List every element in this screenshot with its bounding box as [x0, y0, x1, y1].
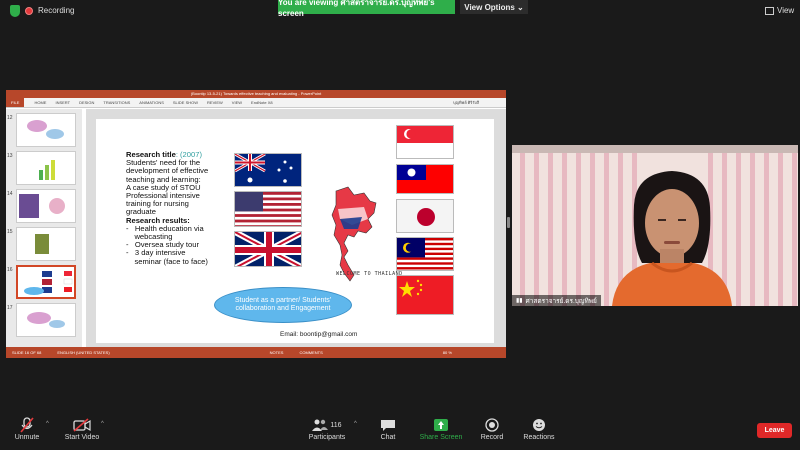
ribbon-tab-insert[interactable]: INSERT — [55, 100, 70, 105]
ribbon-tab-design[interactable]: DESIGN — [79, 100, 94, 105]
ppt-user-name: บุญทิพย์ ศิริรังสี — [453, 100, 479, 105]
participant-video-tile[interactable]: ▮▮ ศาสตราจารย์.ดร.บุญทิพย์ — [512, 145, 798, 306]
reactions-button[interactable]: Reactions — [522, 416, 556, 441]
signal-bars-icon: ▮▮ — [516, 298, 523, 304]
thumb-number: 14 — [7, 191, 13, 197]
share-screen-label: Share Screen — [419, 434, 463, 441]
ribbon-tab-review[interactable]: REVIEW — [207, 100, 223, 105]
participants-options-caret[interactable]: ^ — [354, 421, 357, 427]
chat-icon — [374, 416, 402, 434]
participants-button[interactable]: 116 Participants — [306, 416, 348, 441]
splitter-handle[interactable] — [507, 217, 510, 228]
mic-muted-icon — [12, 416, 42, 434]
current-slide[interactable]: Research title: (2007) Students' need fo… — [96, 119, 494, 343]
view-options-label: View Options — [464, 2, 515, 12]
record-icon — [478, 416, 506, 434]
slide-editing-area: Research title: (2007) Students' need fo… — [86, 109, 506, 347]
chat-label: Chat — [380, 434, 396, 441]
japan-flag — [396, 199, 454, 233]
share-screen-button[interactable]: Share Screen — [418, 416, 464, 441]
smiley-icon — [522, 416, 556, 434]
thumb-number: 15 — [7, 229, 13, 235]
slide-thumbnail[interactable] — [16, 189, 76, 223]
slide-thumbnail[interactable] — [16, 151, 76, 185]
powerpoint-ribbon: FILE HOME INSERT DESIGN TRANSITIONS ANIM… — [6, 98, 506, 108]
slide-email: Email: boontip@gmail.com — [280, 331, 358, 338]
slide-count: SLIDE 16 OF 68 — [12, 350, 42, 355]
thumb-number: 13 — [7, 153, 13, 159]
powerpoint-title-bar: (Boontip 13-5-21) Towards effective teac… — [6, 90, 506, 98]
slide-thumbnail[interactable] — [16, 227, 76, 261]
language-status: ENGLISH (UNITED STATES) — [57, 350, 110, 355]
participants-icon-wrap: 116 — [306, 416, 348, 434]
audio-options-caret[interactable]: ^ — [46, 421, 49, 427]
record-label: Record — [480, 434, 504, 441]
video-off-icon — [62, 416, 102, 434]
thailand-map-image — [314, 185, 394, 285]
slide-thumbnails-pane[interactable]: 12 13 14 15 16 17 — [6, 109, 82, 347]
ribbon-tab-file[interactable]: FILE — [6, 98, 25, 107]
reactions-label: Reactions — [523, 434, 555, 441]
shared-screen[interactable]: (Boontip 13-5-21) Towards effective teac… — [6, 90, 506, 358]
participant-count: 116 — [330, 421, 342, 429]
record-button[interactable]: Record — [478, 416, 506, 441]
uk-flag — [234, 231, 302, 267]
meeting-toolbar: Unmute ^ Start Video ^ 116 Participants … — [0, 412, 800, 450]
thumb-number: 17 — [7, 305, 13, 311]
australia-flag — [234, 153, 302, 187]
ellipse-text: Student as a partner/ Students' collabor… — [234, 297, 332, 312]
ribbon-tab-slideshow[interactable]: SLIDE SHOW — [173, 100, 198, 105]
singapore-flag — [396, 125, 454, 159]
participants-label: Participants — [308, 434, 346, 441]
thumb-number: 16 — [7, 267, 13, 273]
slide-text-block: Research title: (2007) Students' need fo… — [126, 150, 246, 266]
recording-label: Recording — [38, 6, 75, 15]
thumb-number: 12 — [7, 115, 13, 121]
start-video-button[interactable]: Start Video — [62, 416, 102, 441]
china-flag — [396, 275, 454, 315]
participant-name-tag: ▮▮ ศาสตราจารย์.ดร.บุญทิพย์ — [512, 295, 601, 306]
leave-button[interactable]: Leave — [757, 423, 792, 438]
view-options-button[interactable]: View Options ⌄ — [460, 0, 528, 14]
recording-dot-icon — [25, 6, 33, 15]
taiwan-flag — [396, 164, 454, 194]
ribbon-tab-animations[interactable]: ANIMATIONS — [139, 100, 164, 105]
security-shield-icon[interactable] — [10, 5, 20, 17]
ribbon-tab-view[interactable]: VIEW — [232, 100, 242, 105]
video-options-caret[interactable]: ^ — [101, 421, 104, 427]
map-caption: WELCOME TO THAILAND — [336, 271, 403, 277]
top-bar: Recording You are viewing ศาสตราจารย์.ดร… — [0, 0, 800, 24]
viewing-banner: You are viewing ศาสตราจารย์.ดร.บุญทิพย์'… — [278, 0, 455, 18]
participant-name: ศาสตราจารย์.ดร.บุญทิพย์ — [525, 297, 597, 305]
view-label: View — [777, 6, 795, 15]
chevron-down-icon: ⌄ — [517, 2, 524, 12]
comments-button[interactable]: COMMENTS — [299, 350, 322, 355]
participant-video-feed — [512, 145, 798, 306]
result-line: seminar (face to face) — [126, 256, 208, 266]
slide-thumbnail-active[interactable] — [16, 265, 76, 299]
malaysia-flag — [396, 237, 454, 271]
zoom-level[interactable]: 80 % — [443, 350, 452, 355]
ribbon-tab-transitions[interactable]: TRANSITIONS — [103, 100, 130, 105]
slide-thumbnail[interactable] — [16, 303, 76, 337]
share-screen-icon — [418, 416, 464, 434]
unmute-label: Unmute — [14, 434, 40, 441]
unmute-button[interactable]: Unmute — [12, 416, 42, 441]
view-button[interactable]: View — [765, 6, 794, 15]
ribbon-tab-home[interactable]: HOME — [34, 100, 46, 105]
ribbon-tab-endnote[interactable]: EndNote X8 — [251, 100, 273, 105]
chat-button[interactable]: Chat — [374, 416, 402, 441]
notes-button[interactable]: NOTES — [270, 350, 284, 355]
start-video-label: Start Video — [64, 434, 100, 441]
participants-icon — [312, 419, 329, 431]
recording-indicator[interactable]: Recording — [25, 6, 74, 15]
powerpoint-status-bar: SLIDE 16 OF 68 ENGLISH (UNITED STATES) N… — [6, 347, 506, 358]
slide-thumbnail[interactable] — [16, 113, 76, 147]
partner-ellipse: Student as a partner/ Students' collabor… — [214, 287, 352, 323]
grid-icon — [765, 6, 774, 15]
usa-flag — [234, 191, 302, 227]
